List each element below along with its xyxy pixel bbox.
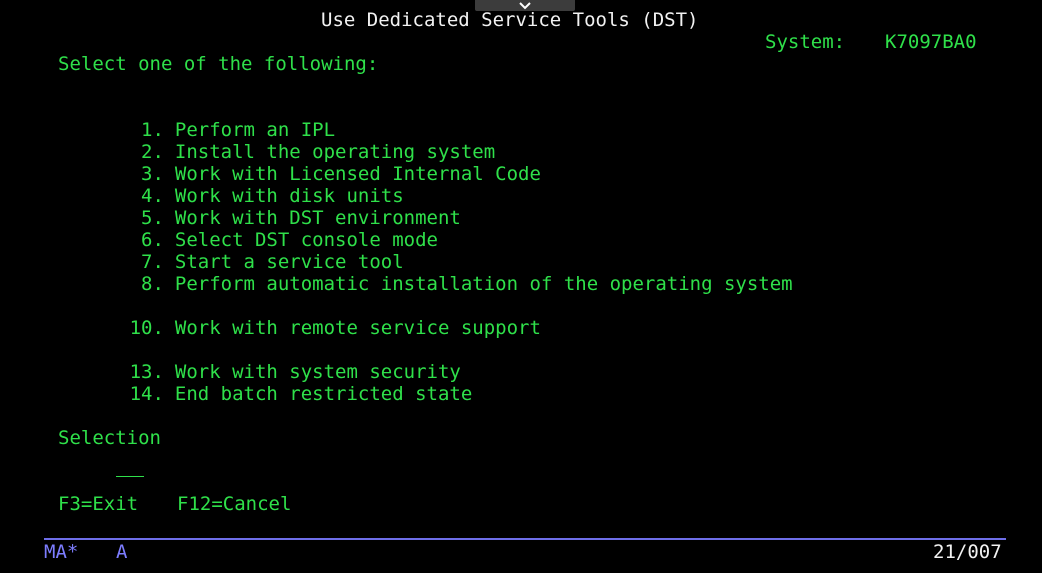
f12-cancel-key[interactable]: F12=Cancel — [177, 493, 291, 515]
f3-exit-key[interactable]: F3=Exit — [58, 493, 138, 515]
menu-option[interactable]: 10. Work with remote service support — [93, 295, 541, 339]
menu-option[interactable]: 2. Install the operating system — [93, 119, 495, 163]
cursor-position: 21/007 — [933, 541, 1002, 563]
menu-option[interactable]: 3. Work with Licensed Internal Code — [93, 141, 541, 185]
selection-input[interactable] — [116, 456, 144, 477]
status-mode: MA* — [44, 541, 79, 563]
option-number: 10. — [129, 317, 164, 339]
option-label: Work with remote service support — [174, 317, 541, 339]
option-number: 14. — [129, 383, 164, 405]
status-session: A — [116, 541, 128, 563]
menu-option[interactable]: 7. Start a service tool — [93, 229, 404, 273]
option-label: End batch restricted state — [174, 383, 473, 405]
menu-option[interactable]: 14. End batch restricted state — [93, 361, 473, 405]
menu-option[interactable]: 6. Select DST console mode — [93, 207, 438, 251]
instruction-text: Select one of the following: — [58, 53, 379, 75]
screen-title: Use Dedicated Service Tools (DST) — [321, 9, 699, 31]
option-label: Perform automatic installation of the op… — [174, 273, 793, 295]
system-label: System: — [765, 31, 846, 53]
menu-option[interactable]: 4. Work with disk units — [93, 163, 404, 207]
menu-option[interactable]: 5. Work with DST environment — [93, 185, 461, 229]
system-name: K7097BA0 — [885, 31, 977, 53]
option-number: 8. — [141, 273, 164, 295]
menu-option[interactable]: 8. Perform automatic installation of the … — [93, 251, 793, 295]
selection-label: Selection — [58, 427, 161, 449]
menu-option[interactable]: 1. Perform an IPL — [93, 97, 335, 141]
status-divider — [44, 538, 1006, 540]
menu-option[interactable]: 13. Work with system security — [93, 339, 461, 383]
